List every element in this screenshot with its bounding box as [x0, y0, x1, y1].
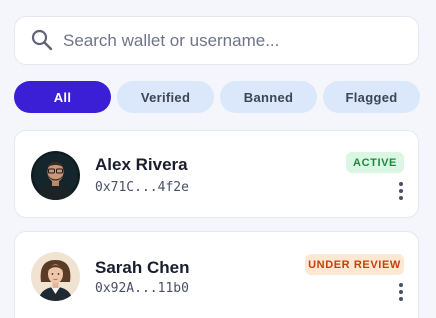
search-icon — [31, 29, 53, 51]
search-bar[interactable] — [14, 16, 419, 65]
wallet-address: 0x71C...4f2e — [95, 180, 189, 195]
user-card[interactable]: Sarah Chen 0x92A...11b0 UNDER REVIEW — [14, 231, 419, 318]
user-name: Sarah Chen — [95, 258, 190, 277]
filter-banned-chip[interactable]: Banned — [220, 81, 317, 113]
status-badge: ACTIVE — [346, 152, 404, 173]
filter-all-chip[interactable]: All — [14, 81, 111, 113]
user-name: Alex Rivera — [95, 155, 188, 174]
filter-verified-chip[interactable]: Verified — [117, 81, 214, 113]
avatar — [31, 252, 80, 301]
more-vertical-icon[interactable] — [394, 282, 408, 304]
wallet-address: 0x92A...11b0 — [95, 281, 189, 296]
more-vertical-icon[interactable] — [394, 181, 408, 203]
user-card[interactable]: Alex Rivera 0x71C...4f2e ACTIVE — [14, 130, 419, 218]
filter-flagged-chip[interactable]: Flagged — [323, 81, 420, 113]
status-badge: UNDER REVIEW — [305, 254, 404, 275]
avatar — [31, 151, 80, 200]
search-input[interactable] — [63, 29, 403, 53]
